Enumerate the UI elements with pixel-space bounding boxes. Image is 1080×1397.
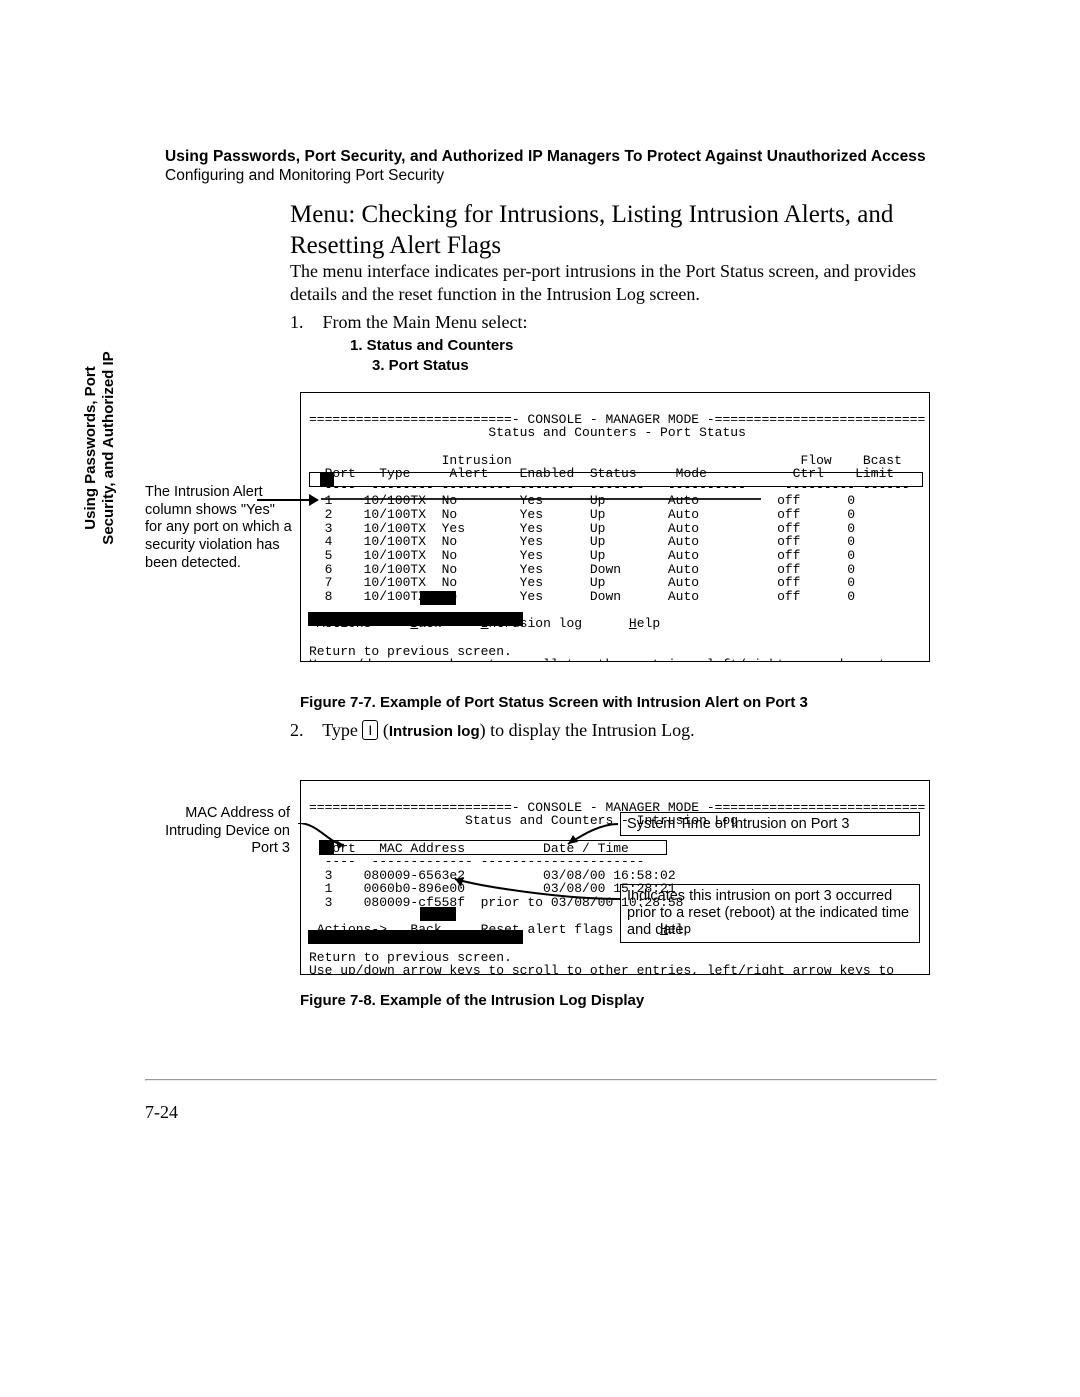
header-title: Using Passwords, Port Security, and Auth…	[165, 148, 935, 166]
console1-row-8: 8 10/100TX No Yes Down Auto off 0	[309, 589, 855, 604]
console1-back-inverse	[420, 591, 456, 605]
console1-port1-inverse	[320, 473, 334, 486]
side-tab-l2: Security, and Authorized IP	[100, 348, 118, 548]
console1-return-inverse	[308, 612, 523, 626]
console1-hint1: Use up/down arrow keys to scroll to othe…	[309, 657, 894, 662]
menu-path-l1: 1. Status and Counters	[350, 337, 513, 354]
step-1: 1. From the Main Menu select:	[290, 312, 930, 333]
arrow-prior-to-row-icon	[443, 875, 620, 909]
step-2-text-post: ) to display the Intrusion Log.	[480, 720, 695, 740]
step-2-bold: Intrusion log	[389, 723, 480, 740]
side-tab: Using Passwords, Port Security, and Auth…	[82, 348, 118, 548]
callout-prior-to-reset: Indicates this intrusion on port 3 occur…	[620, 884, 920, 943]
figure-7-8-caption: Figure 7-8. Example of the Intrusion Log…	[300, 992, 644, 1009]
step-1-text: From the Main Menu select:	[323, 312, 528, 332]
console2-return-inverse	[308, 930, 523, 944]
figure-7-7-caption: Figure 7-7. Example of Port Status Scree…	[300, 694, 808, 711]
step-2-number: 2.	[290, 720, 318, 741]
step-1-number: 1.	[290, 312, 318, 333]
console2-back-inverse	[420, 907, 456, 921]
intro-paragraph: The menu interface indicates per-port in…	[290, 260, 940, 306]
arrow-time-to-row-icon	[558, 818, 618, 848]
console2-hint1: Use up/down arrow keys to scroll to othe…	[309, 963, 894, 975]
section-heading: Menu: Checking for Intrusions, Listing I…	[290, 200, 930, 261]
side-tab-l1: Using Passwords, Port	[82, 348, 100, 548]
callout-system-time: System Time of Intrusion on Port 3	[620, 812, 920, 836]
console1-row3-underline	[321, 498, 761, 500]
callout-intrusion-alert: The Intrusion Alert column shows "Yes" f…	[145, 484, 295, 572]
keycap-i: I	[362, 720, 378, 740]
step-2-text-pre: Type	[322, 720, 362, 740]
console1-banner2: Status and Counters - Port Status	[309, 425, 746, 440]
arrow-to-row3-icon	[257, 499, 317, 501]
menu-path: 1. Status and Counters 3. Port Status	[350, 336, 513, 377]
page-number: 7-24	[145, 1102, 178, 1123]
arrow-mac-to-row-icon	[298, 823, 352, 853]
callout-mac-address: MAC Address of Intruding Device on Port …	[160, 805, 290, 858]
page-root: Using Passwords, Port Security, and Auth…	[0, 0, 1080, 1397]
menu-path-l2: 3. Port Status	[350, 356, 513, 376]
step-2: 2. Type I (Intrusion log) to display the…	[290, 720, 930, 741]
running-header: Using Passwords, Port Security, and Auth…	[165, 148, 935, 185]
footer-rule	[145, 1079, 937, 1081]
console1-row1-highlight-box	[309, 472, 923, 487]
header-subtitle: Configuring and Monitoring Port Security	[165, 167, 935, 185]
